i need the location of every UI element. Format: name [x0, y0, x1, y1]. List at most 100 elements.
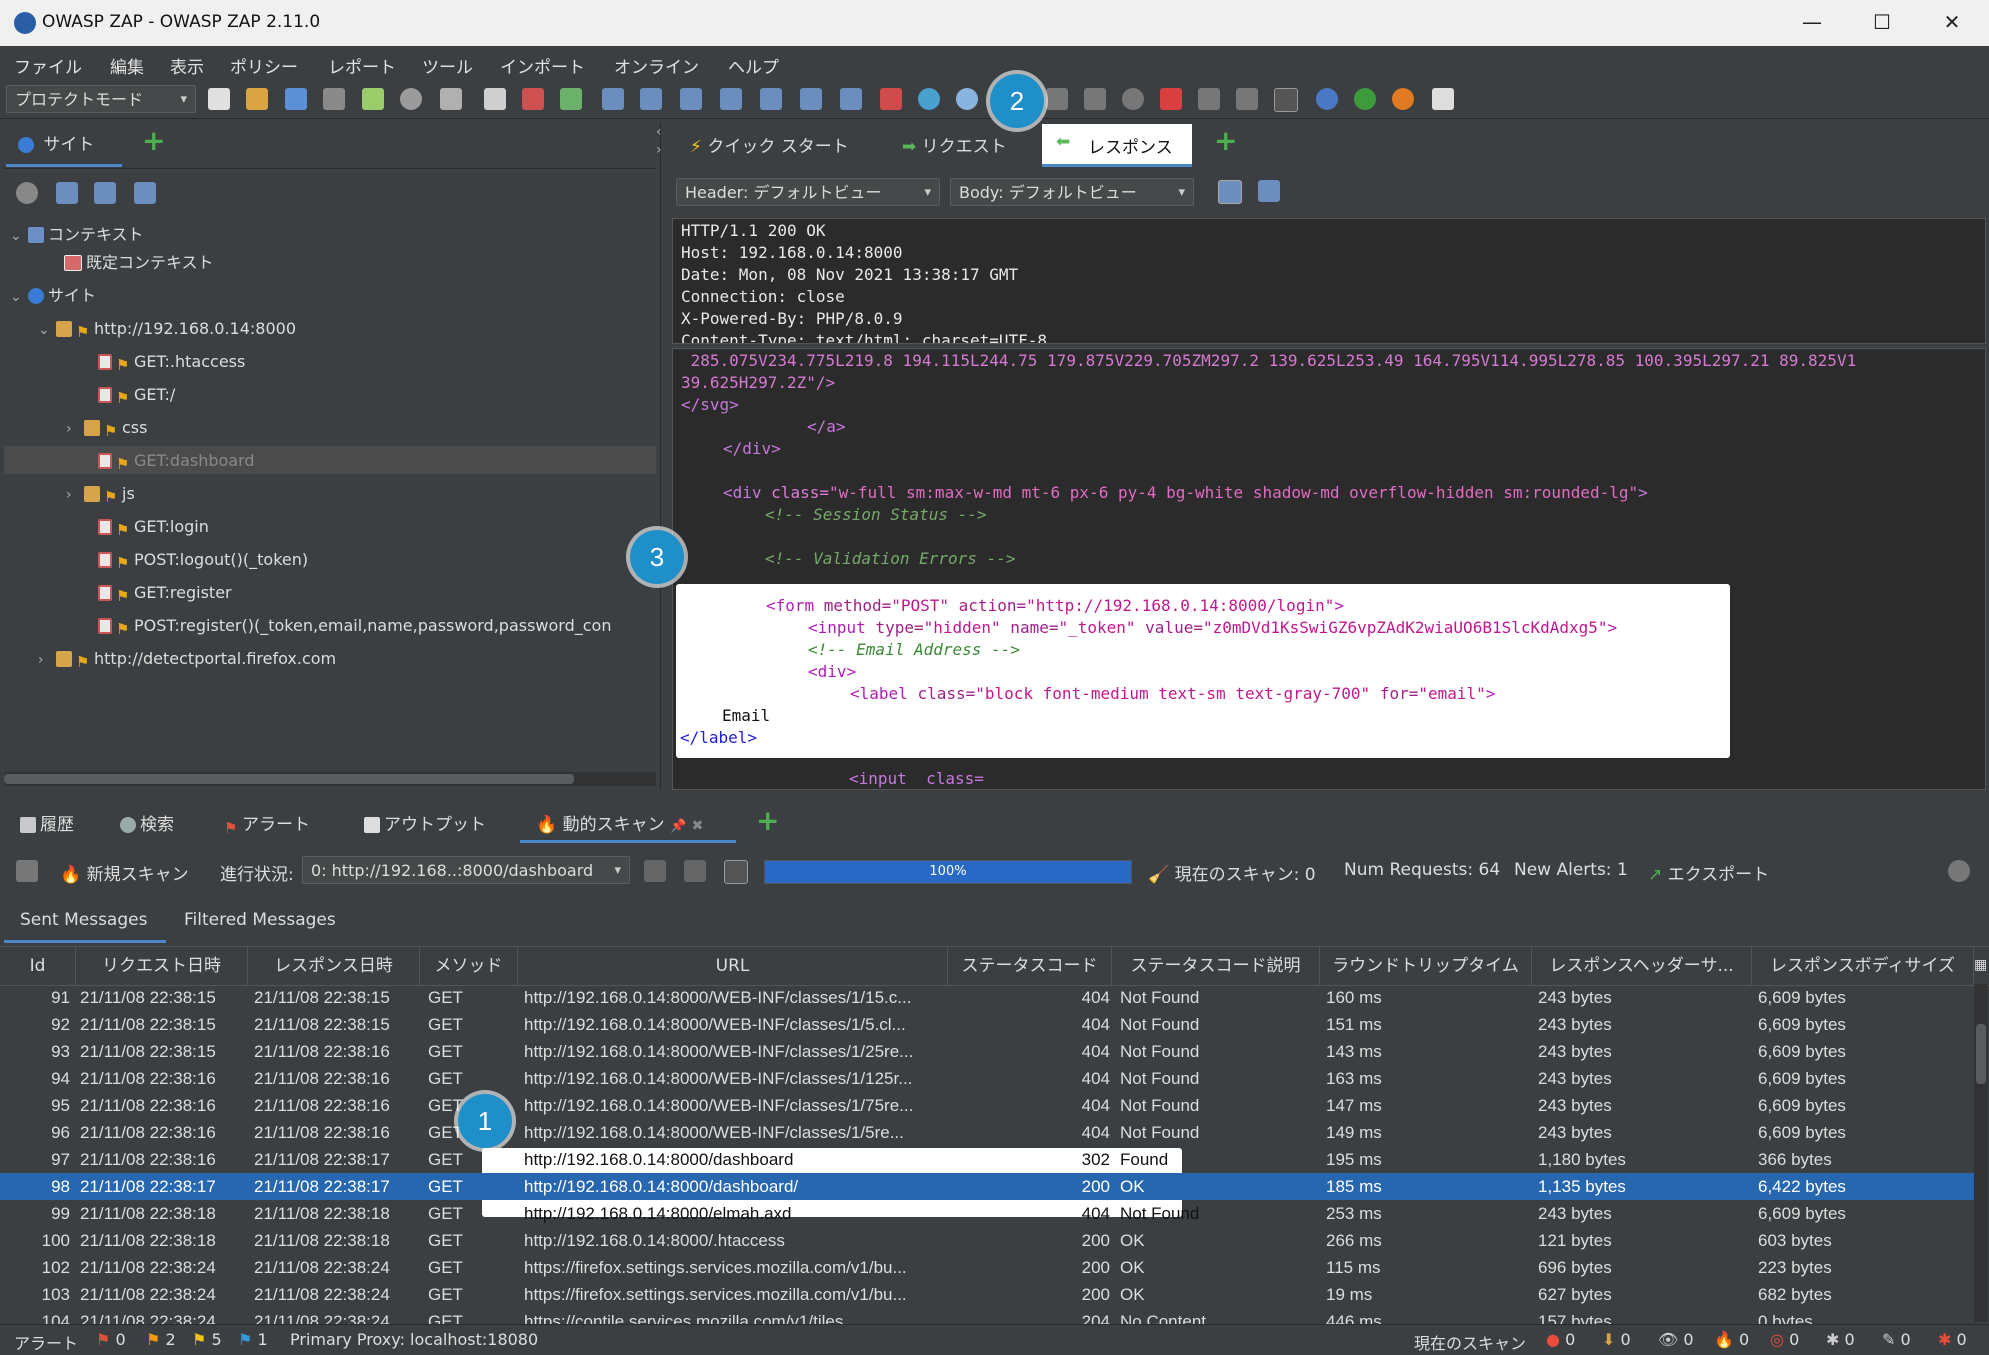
properties-icon[interactable] [362, 88, 384, 110]
menu-view[interactable]: 表示 [170, 53, 204, 78]
close-tab-icon[interactable]: ✖ [692, 818, 704, 834]
layout-full-icon[interactable] [602, 88, 624, 110]
gear-icon[interactable] [1948, 860, 1970, 882]
table-row[interactable]: 93 21/11/08 22:38:15 21/11/08 22:38:16 GET h… [0, 1038, 1974, 1065]
tree-item-default-context[interactable]: 既定コンテキスト [64, 250, 214, 276]
table-row[interactable]: 99 21/11/08 22:38:18 21/11/08 22:38:18 GET h… [0, 1200, 1974, 1227]
breakpoint-icon[interactable] [1236, 88, 1258, 110]
add-tab-icon[interactable]: + [142, 124, 165, 157]
tree-item-node[interactable]: ⚑ GET:/ [98, 382, 175, 408]
table-row[interactable]: 104 21/11/08 22:38:24 21/11/08 22:38:24 GET… [0, 1308, 1974, 1324]
table-row[interactable]: 98 21/11/08 22:38:17 21/11/08 22:38:17 GET h… [0, 1173, 1974, 1200]
table-row[interactable]: 97 21/11/08 22:38:16 21/11/08 22:38:17 GET h… [0, 1146, 1974, 1173]
column-header[interactable]: ステータスコード [948, 947, 1112, 985]
tree-item-node[interactable]: ⚑ POST:register()(_token,email,name,passw… [98, 613, 656, 639]
body-view-select[interactable]: Body: デフォルトビュー ▾ [950, 178, 1194, 206]
menu-report[interactable]: レポート [328, 53, 396, 78]
tree-item-node-selected[interactable]: ⚑ GET:dashboard [98, 448, 255, 474]
stop-icon[interactable] [1122, 88, 1144, 110]
new-session-icon[interactable] [208, 88, 230, 110]
keyboard-icon[interactable] [16, 860, 38, 882]
options-gear-icon[interactable] [400, 88, 422, 110]
column-header[interactable]: ステータスコード説明 [1112, 947, 1320, 985]
tab-quick-start[interactable]: ⚡ クイック スタート [690, 132, 849, 157]
tree-item-folder[interactable]: › ⚑ css [66, 415, 147, 441]
header-view-select[interactable]: Header: デフォルトビュー ▾ [676, 178, 940, 206]
play-icon[interactable] [1046, 88, 1068, 110]
export-button[interactable]: ↗ エクスポート [1648, 860, 1769, 885]
tab-history[interactable]: 履歴 [20, 810, 74, 835]
layout-icon[interactable] [440, 88, 462, 110]
column-header[interactable]: URL [518, 947, 948, 985]
tab-alerts[interactable]: ⚑ アラート [224, 810, 310, 837]
close-button[interactable]: ✕ [1932, 10, 1972, 34]
tree-item-node[interactable]: ⚑ POST:logout()(_token) [98, 547, 308, 573]
split-response-icon[interactable] [800, 88, 822, 110]
minimize-button[interactable]: — [1792, 10, 1832, 34]
add-tab-icon[interactable]: + [1214, 124, 1237, 157]
fuzz-icon[interactable] [1198, 88, 1220, 110]
tab-names-icon[interactable] [560, 88, 582, 110]
column-header[interactable]: リクエスト日時 [76, 947, 248, 985]
table-row[interactable]: 100 21/11/08 22:38:18 21/11/08 22:38:18 GET… [0, 1227, 1974, 1254]
table-row[interactable]: 91 21/11/08 22:38:15 21/11/08 22:38:15 GET h… [0, 984, 1974, 1011]
menu-file[interactable]: ファイル [14, 53, 82, 78]
menu-import[interactable]: インポート [500, 53, 585, 78]
help-icon[interactable] [1316, 88, 1338, 110]
stop-icon[interactable] [684, 860, 706, 882]
hide-tab-icon[interactable] [522, 88, 544, 110]
table-row[interactable]: 92 21/11/08 22:38:15 21/11/08 22:38:15 GET h… [0, 1011, 1974, 1038]
add-tab-icon[interactable]: + [756, 804, 779, 837]
globe-icon[interactable] [918, 88, 940, 110]
menu-help[interactable]: ヘルプ [728, 53, 779, 78]
step-icon[interactable] [1084, 88, 1106, 110]
column-chooser-icon[interactable]: ▦ [1974, 957, 1987, 973]
import-context-icon[interactable] [94, 182, 116, 204]
table-row[interactable]: 102 21/11/08 22:38:24 21/11/08 22:38:24 GET… [0, 1254, 1974, 1281]
column-header[interactable]: メソッド [420, 947, 518, 985]
tree-item-folder[interactable]: › ⚑ js [66, 481, 135, 507]
scan-policy-icon[interactable] [880, 88, 902, 110]
lightbulb-icon[interactable] [956, 88, 978, 110]
tab-sites[interactable]: サイト [18, 130, 94, 155]
table-row[interactable]: 94 21/11/08 22:38:16 21/11/08 22:38:16 GET h… [0, 1065, 1974, 1092]
response-header-text[interactable]: HTTP/1.1 200 OK Host: 192.168.0.14:8000 … [672, 218, 1986, 344]
terminal-icon[interactable] [1274, 88, 1298, 112]
alert-info[interactable]: ⚑ 1 [238, 1330, 268, 1349]
tab-filtered-messages[interactable]: Filtered Messages [184, 910, 336, 930]
tree-item-node[interactable]: ⚑ GET:login [98, 514, 209, 540]
hud-icon[interactable] [1354, 88, 1376, 110]
tab-output[interactable]: アウトプット [364, 810, 486, 835]
show-tab-icon[interactable] [484, 88, 506, 110]
tree-item-sites[interactable]: ⌄ サイト [10, 283, 96, 309]
alert-low[interactable]: ⚑ 5 [192, 1330, 222, 1349]
menu-online[interactable]: オンライン [614, 53, 699, 78]
column-header[interactable]: レスポンス日時 [248, 947, 420, 985]
maximize-button[interactable]: ☐ [1862, 10, 1902, 34]
chevron-left-icon[interactable]: ‹ [656, 124, 662, 140]
notes-icon[interactable] [1432, 88, 1454, 110]
pin-icon[interactable]: 📌 [670, 819, 686, 834]
table-row[interactable]: 96 21/11/08 22:38:16 21/11/08 22:38:16 GET h… [0, 1119, 1974, 1146]
snapshot-icon[interactable] [323, 88, 345, 110]
column-header[interactable]: ラウンドトリップタイム [1320, 947, 1532, 985]
split-vertical-icon[interactable] [1258, 180, 1280, 202]
table-row[interactable]: 103 21/11/08 22:38:24 21/11/08 22:38:24 GET… [0, 1281, 1974, 1308]
menu-policy[interactable]: ポリシー [230, 53, 298, 78]
split-horizontal-icon[interactable] [1218, 180, 1242, 204]
tree-item-node[interactable]: ⚑ GET:register [98, 580, 232, 606]
menu-edit[interactable]: 編集 [110, 53, 144, 78]
layout-side-icon[interactable] [680, 88, 702, 110]
tree-item-contexts[interactable]: ⌄ コンテキスト [10, 222, 144, 248]
firefox-icon[interactable] [1392, 88, 1414, 110]
column-header[interactable]: Id [0, 947, 76, 985]
tree-item-node[interactable]: ⚑ GET:.htaccess [98, 349, 245, 375]
vertical-scrollbar[interactable] [1974, 984, 1988, 1322]
table-row[interactable]: 95 21/11/08 22:38:16 21/11/08 22:38:16 GET h… [0, 1092, 1974, 1119]
pause-icon[interactable] [644, 860, 666, 882]
save-session-icon[interactable] [285, 88, 307, 110]
tab-sent-messages[interactable]: Sent Messages [20, 910, 147, 930]
export-context-icon[interactable] [134, 182, 156, 204]
layout-bottom-icon[interactable] [720, 88, 742, 110]
column-header[interactable]: レスポンスヘッダーサ... [1532, 947, 1752, 985]
